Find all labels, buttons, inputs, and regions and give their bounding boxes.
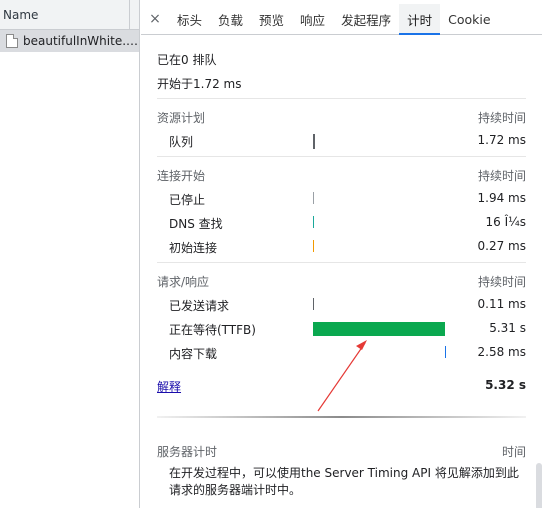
duration-header: 持续时间 <box>477 169 526 183</box>
timing-bar-queueing <box>313 134 315 149</box>
column-resize-handle[interactable] <box>129 0 130 30</box>
section-title-resource-scheduling: 资源计划 <box>157 111 206 125</box>
tab-payload[interactable]: 负载 <box>210 4 251 34</box>
request-list-pane: Name beautifulInWhite.json <box>0 0 140 508</box>
request-detail-pane: × 标头 负载 预览 响应 发起程序 计时 Cookie 已在0 排队 开始于1… <box>141 0 542 508</box>
timing-bar-dns-lookup <box>313 216 314 228</box>
server-timing-description: 在开发过程中，可以使用the Server Timing API 将见解添加到此… <box>169 466 519 497</box>
timing-bar-waiting-ttfb <box>313 322 445 336</box>
timing-row-label: 已发送请求 <box>169 299 230 313</box>
duration-header: 持续时间 <box>477 111 526 125</box>
name-column-header[interactable]: Name <box>0 0 139 30</box>
section-title-connection-start: 连接开始 <box>157 169 206 183</box>
vertical-scrollbar[interactable] <box>536 463 542 508</box>
timing-row-value: 5.31 s <box>489 321 526 335</box>
divider <box>157 416 526 418</box>
section-title-request-response: 请求/响应 <box>157 275 210 289</box>
explanation-link[interactable]: 解释 <box>157 378 181 395</box>
timing-row-value: 0.27 ms <box>477 239 526 253</box>
timing-bar-initial-connection <box>313 240 314 252</box>
started-at-text: 开始于1.72 ms <box>157 77 242 91</box>
request-row[interactable]: beautifulInWhite.json <box>0 30 139 52</box>
timing-row-label: DNS 查找 <box>169 217 223 231</box>
timing-row-value: 2.58 ms <box>477 345 526 359</box>
tab-preview[interactable]: 预览 <box>251 4 292 34</box>
name-column-label: Name <box>3 7 39 22</box>
timing-row-value: 1.94 ms <box>477 191 526 205</box>
timing-row-label: 正在等待(TTFB) <box>169 323 256 337</box>
tab-headers[interactable]: 标头 <box>169 4 210 34</box>
queued-at-text: 已在0 排队 <box>157 53 217 67</box>
timing-row-value: 16 Î¼s <box>485 215 526 229</box>
request-name: beautifulInWhite.json <box>23 34 139 48</box>
timing-bar-content-download <box>445 346 446 358</box>
timing-bar-request-sent <box>313 298 314 310</box>
timing-row-label: 内容下载 <box>169 347 218 361</box>
divider <box>157 262 526 263</box>
detail-tabbar: × 标头 负载 预览 响应 发起程序 计时 Cookie <box>141 4 542 35</box>
divider <box>157 156 526 157</box>
tab-cookie[interactable]: Cookie <box>440 4 498 34</box>
timing-row-value: 1.72 ms <box>477 133 526 147</box>
tab-response[interactable]: 响应 <box>292 4 333 34</box>
close-icon[interactable]: × <box>141 4 169 34</box>
timing-row-label: 初始连接 <box>169 241 218 255</box>
timing-bar-stalled <box>313 192 314 204</box>
timing-row-value: 0.11 ms <box>477 297 526 311</box>
tab-timing[interactable]: 计时 <box>399 4 441 35</box>
tab-initiator[interactable]: 发起程序 <box>333 4 399 34</box>
server-timing-time-header: 时间 <box>501 445 526 459</box>
divider <box>157 98 526 99</box>
timing-row-label: 已停止 <box>169 193 206 207</box>
file-icon <box>6 34 18 48</box>
timing-content: 已在0 排队 开始于1.72 ms 资源计划 持续时间 队列 1.72 ms 连… <box>141 36 542 508</box>
duration-header: 持续时间 <box>477 275 526 289</box>
server-timing-title: 服务器计时 <box>157 445 218 459</box>
timing-row-label: 队列 <box>169 135 194 149</box>
total-duration: 5.32 s <box>485 378 526 392</box>
